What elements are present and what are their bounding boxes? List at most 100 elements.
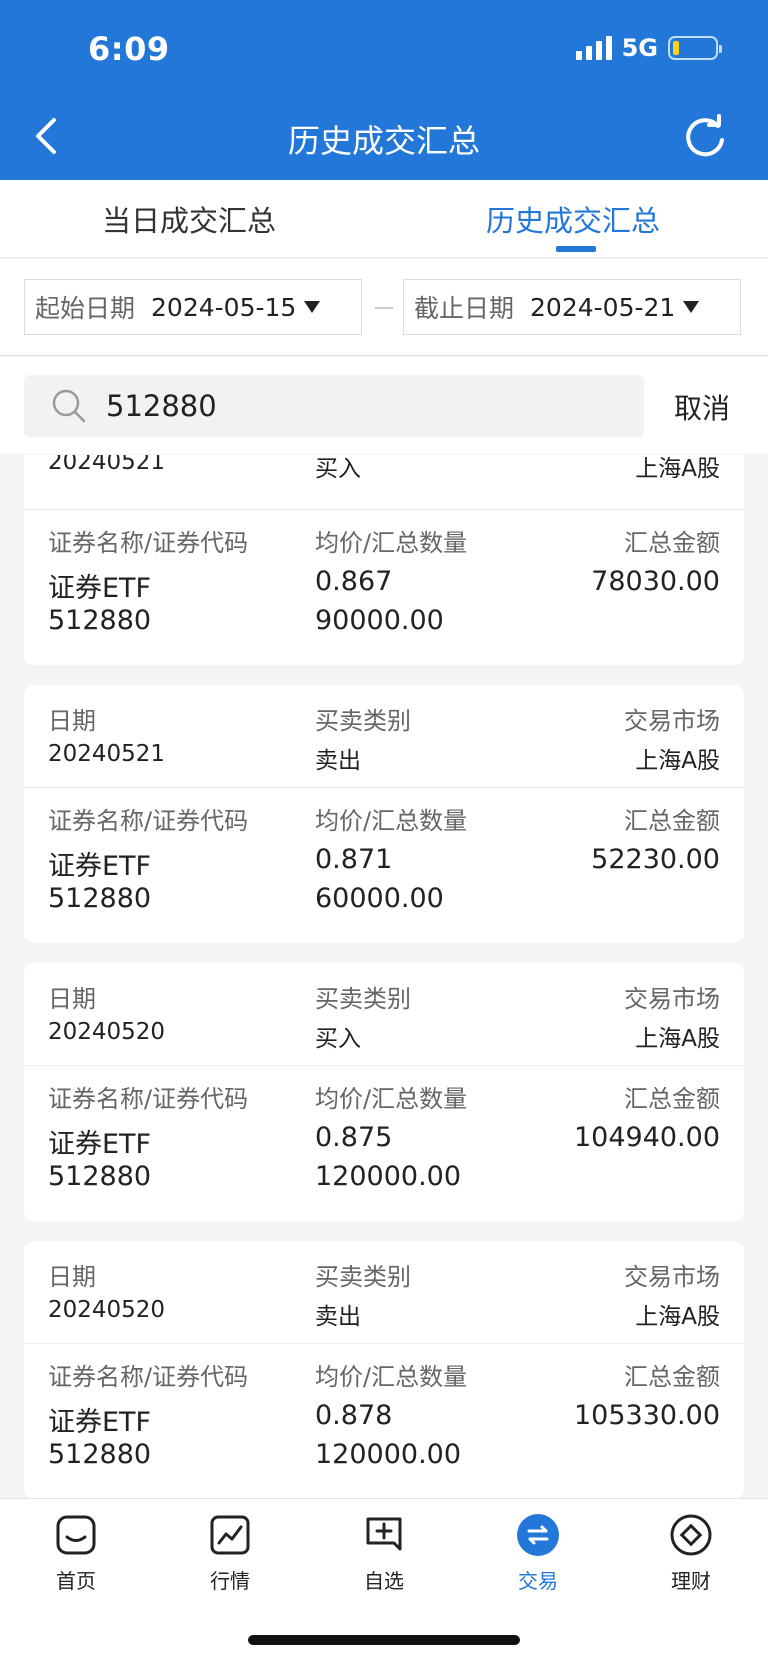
search-input[interactable]: [106, 389, 586, 423]
date-filter-bar: 起始日期 2024-05-15 截止日期 2024-05-21: [0, 259, 768, 356]
date-label: 日期: [48, 707, 96, 735]
trade-side: 卖出: [315, 748, 361, 774]
security-name: 证券ETF: [48, 573, 152, 604]
nav-wealth[interactable]: 理财: [641, 1513, 741, 1594]
trade-date: 20240521: [48, 455, 166, 475]
nav-wealth-label: 理财: [671, 1569, 711, 1593]
card-header-row: 日期 买卖类别 交易市场 20240520 买入 上海A股: [24, 963, 744, 1066]
cancel-button[interactable]: 取消: [674, 387, 730, 427]
total-quantity: 90000.00: [315, 605, 444, 636]
market-chart-icon: [210, 1515, 250, 1555]
app-header: 6:09 5G 历史成交汇总: [0, 0, 768, 180]
battery-level: [673, 41, 679, 55]
trade-side: 买入: [315, 456, 361, 482]
trade-record-card[interactable]: 日期 买卖类别 交易市场 20240520 买入 上海A股 证券名称/证券代码 …: [24, 963, 744, 1221]
trade-summary-list[interactable]: 日期 买卖类别 交易市场 20240521 买入 上海A股 证券名称/证券代码 …: [0, 455, 768, 1498]
trade-record-card[interactable]: 日期 买卖类别 交易市场 20240521 买入 上海A股 证券名称/证券代码 …: [24, 455, 744, 665]
end-date-picker[interactable]: 截止日期 2024-05-21: [403, 279, 741, 335]
market-label: 交易市场: [624, 1263, 720, 1291]
wealth-icon: [670, 1514, 712, 1556]
search-icon: [52, 389, 86, 423]
card-detail-row: 证券名称/证券代码 均价/汇总数量 汇总金额 证券ETF 512880 0.87…: [24, 1345, 744, 1498]
trade-market: 上海A股: [635, 1304, 720, 1330]
trade-record-card[interactable]: 日期 买卖类别 交易市场 20240521 卖出 上海A股 证券名称/证券代码 …: [24, 685, 744, 943]
active-tab-indicator: [556, 246, 596, 252]
security-label: 证券名称/证券代码: [48, 1363, 249, 1391]
security-label: 证券名称/证券代码: [48, 529, 249, 557]
nav-trade-label: 交易: [518, 1569, 558, 1593]
nav-watchlist[interactable]: 自选: [334, 1513, 434, 1594]
card-header-row: 日期 买卖类别 交易市场 20240521 买入 上海A股: [24, 455, 744, 510]
nav-watchlist-label: 自选: [364, 1569, 404, 1593]
tab-bar: 当日成交汇总 历史成交汇总: [0, 180, 768, 258]
refresh-icon: [686, 114, 724, 157]
security-code: 512880: [48, 605, 152, 636]
price-qty-label: 均价/汇总数量: [315, 529, 468, 557]
side-label: 买卖类别: [315, 707, 411, 735]
trade-market: 上海A股: [635, 748, 720, 774]
security-code: 512880: [48, 1439, 152, 1470]
date-range-separator: [375, 307, 393, 309]
total-amount: 105330.00: [573, 1400, 720, 1431]
price-qty-label: 均价/汇总数量: [315, 1363, 468, 1391]
avg-price: 0.878: [315, 1400, 393, 1431]
amount-label: 汇总金额: [624, 807, 720, 835]
end-date-label: 截止日期: [414, 294, 515, 323]
card-detail-row: 证券名称/证券代码 均价/汇总数量 汇总金额 证券ETF 512880 0.87…: [24, 1067, 744, 1221]
home-indicator: [248, 1635, 520, 1645]
tab-today-summary[interactable]: 当日成交汇总: [102, 198, 276, 240]
watchlist-add-icon: [366, 1517, 402, 1551]
refresh-button[interactable]: [682, 114, 728, 160]
total-amount: 52230.00: [591, 844, 720, 875]
trade-side: 卖出: [315, 1304, 361, 1330]
tab-history-summary[interactable]: 历史成交汇总: [486, 198, 660, 240]
signal-icon: [575, 36, 612, 60]
card-detail-row: 证券名称/证券代码 均价/汇总数量 汇总金额 证券ETF 512880 0.86…: [24, 511, 744, 665]
amount-label: 汇总金额: [624, 1085, 720, 1113]
nav-market[interactable]: 行情: [180, 1513, 280, 1594]
network-type: 5G: [621, 34, 658, 62]
security-code: 512880: [48, 1161, 152, 1192]
security-label: 证券名称/证券代码: [48, 1085, 249, 1113]
end-date-value: 2024-05-21: [530, 292, 676, 322]
battery-icon: [668, 36, 722, 60]
status-indicators: 5G: [575, 34, 722, 62]
nav-home[interactable]: 首页: [26, 1513, 126, 1594]
total-quantity: 60000.00: [315, 883, 444, 914]
trade-swap-icon: [517, 1514, 559, 1556]
security-name: 证券ETF: [48, 1129, 152, 1160]
card-header-row: 日期 买卖类别 交易市场 20240520 卖出 上海A股: [24, 1241, 744, 1344]
trade-date: 20240520: [48, 1019, 166, 1045]
price-qty-label: 均价/汇总数量: [315, 807, 468, 835]
home-icon: [56, 1515, 96, 1555]
side-label: 买卖类别: [315, 985, 411, 1013]
trade-side: 买入: [315, 1026, 361, 1052]
status-time: 6:09: [88, 30, 170, 68]
card-header-row: 日期 买卖类别 交易市场 20240521 卖出 上海A股: [24, 685, 744, 788]
page-title: 历史成交汇总: [287, 122, 480, 160]
security-code: 512880: [48, 883, 152, 914]
caret-down-icon: [304, 301, 321, 313]
security-name: 证券ETF: [48, 851, 152, 882]
search-box[interactable]: [24, 375, 644, 437]
security-name: 证券ETF: [48, 1407, 152, 1438]
start-date-picker[interactable]: 起始日期 2024-05-15: [24, 279, 362, 335]
total-amount: 104940.00: [573, 1122, 720, 1153]
trade-market: 上海A股: [635, 456, 720, 482]
amount-label: 汇总金额: [624, 1363, 720, 1391]
market-label: 交易市场: [624, 985, 720, 1013]
trade-market: 上海A股: [635, 1026, 720, 1052]
nav-home-label: 首页: [56, 1569, 96, 1593]
date-label: 日期: [48, 1263, 96, 1291]
avg-price: 0.867: [315, 566, 393, 597]
nav-trade[interactable]: 交易: [488, 1513, 588, 1594]
security-label: 证券名称/证券代码: [48, 807, 249, 835]
caret-down-icon: [683, 301, 700, 313]
date-label: 日期: [48, 985, 96, 1013]
trade-date: 20240521: [48, 741, 166, 767]
avg-price: 0.875: [315, 1122, 393, 1153]
start-date-value: 2024-05-15: [151, 292, 297, 322]
total-quantity: 120000.00: [315, 1439, 462, 1470]
trade-record-card[interactable]: 日期 买卖类别 交易市场 20240520 卖出 上海A股 证券名称/证券代码 …: [24, 1241, 744, 1498]
market-label: 交易市场: [624, 707, 720, 735]
